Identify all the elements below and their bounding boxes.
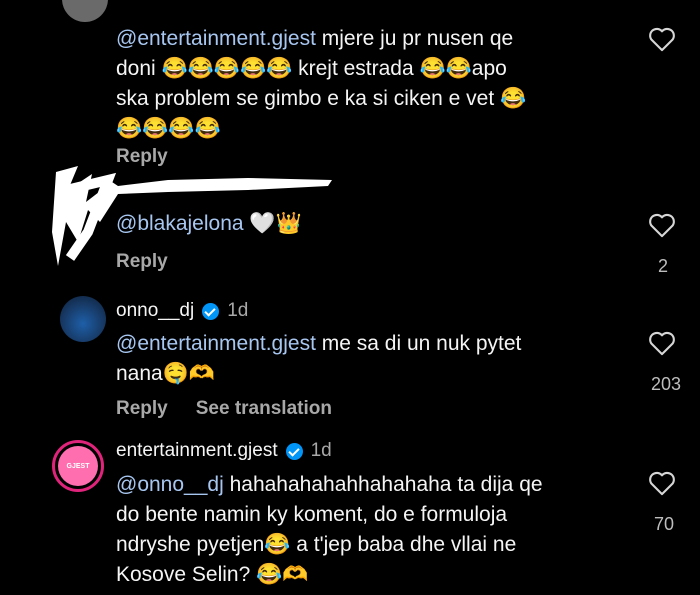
comment-text: @entertainment.gjest mjere ju pr nusen q… (116, 27, 527, 140)
reply-button[interactable]: Reply (116, 251, 168, 273)
username[interactable]: onno__dj (116, 300, 194, 322)
comment-actions: Reply (116, 251, 168, 273)
heart-icon[interactable] (648, 212, 676, 238)
avatar[interactable] (62, 0, 108, 22)
comment-header: onno__dj 1d (116, 300, 248, 322)
mention-link[interactable]: @entertainment.gjest (116, 332, 316, 355)
heart-icon[interactable] (648, 470, 676, 496)
like-count: 2 (657, 256, 668, 276)
mention-link[interactable]: @entertainment.gjest (116, 27, 316, 50)
heart-icon[interactable] (648, 330, 676, 356)
avatar-image: GJEST (58, 446, 98, 486)
comment-text: @entertainment.gjest me sa di un nuk pyt… (116, 332, 522, 385)
mention-link[interactable]: @blakajelona (116, 212, 244, 235)
timestamp: 1d (310, 440, 332, 461)
timestamp: 1d (227, 300, 249, 321)
like-count: 203 (650, 374, 681, 394)
avatar-label: GJEST (66, 462, 90, 470)
verified-badge-icon (202, 302, 220, 320)
comment-actions: Reply See translation (116, 398, 332, 420)
avatar[interactable]: GJEST (52, 440, 104, 492)
like-count: 70 (653, 514, 674, 534)
reply-button[interactable]: Reply (116, 398, 168, 420)
comment-text: @onno__dj hahahahahahhahahaha ta dija qe… (116, 473, 543, 586)
see-translation-button[interactable]: See translation (196, 398, 332, 420)
heart-icon[interactable] (648, 26, 676, 52)
mention-link[interactable]: @onno__dj (116, 473, 224, 496)
avatar[interactable] (60, 296, 106, 342)
comment-text: @blakajelona 🤍👑 (116, 212, 302, 235)
verified-badge-icon (285, 442, 303, 460)
comment-header: entertainment.gjest 1d (116, 440, 332, 462)
username[interactable]: entertainment.gjest (116, 440, 278, 462)
